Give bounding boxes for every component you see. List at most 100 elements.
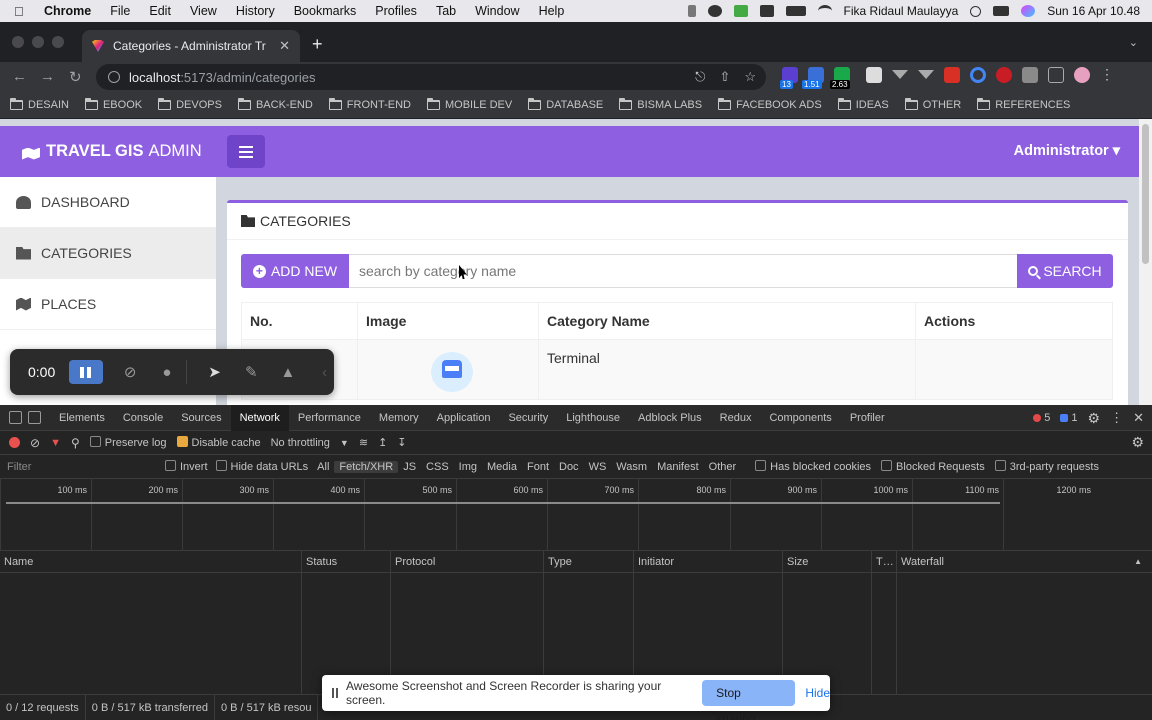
column-header-status[interactable]: Status — [302, 551, 391, 573]
menu-view[interactable]: View — [190, 4, 217, 18]
column-header-size[interactable]: Size — [783, 551, 872, 573]
disable-cache-checkbox[interactable]: Disable cache — [176, 436, 261, 449]
profile-avatar[interactable] — [1074, 66, 1090, 83]
extensions-puzzle-icon[interactable] — [1022, 66, 1038, 83]
menubar-clock[interactable]: Sun 16 Apr 10.48 — [1047, 4, 1140, 18]
menu-history[interactable]: History — [236, 4, 275, 18]
collapse-chevron-icon[interactable]: ‹ — [315, 364, 334, 381]
pen-tool-icon[interactable]: ✎ — [242, 363, 261, 381]
camera-off-icon[interactable]: ⊘ — [121, 363, 140, 381]
bookmark-folder[interactable]: EBOOK — [84, 98, 142, 111]
search-icon[interactable]: ⚲ — [71, 436, 80, 450]
bookmark-folder[interactable]: FACEBOOK ADS — [718, 98, 822, 111]
column-header-type[interactable]: Type — [544, 551, 634, 573]
filter-type-other[interactable]: Other — [704, 461, 742, 473]
blocked-requests-checkbox[interactable]: Blocked Requests — [881, 460, 985, 473]
hide-notification-link[interactable]: Hide — [805, 686, 830, 700]
inspect-element-icon[interactable] — [9, 411, 22, 424]
display-status-icon[interactable] — [759, 5, 774, 17]
vue-devtools-icon-2[interactable] — [918, 70, 934, 79]
menu-bookmarks[interactable]: Bookmarks — [294, 4, 357, 18]
tab-performance[interactable]: Performance — [289, 405, 370, 431]
column-header-initiator[interactable]: Initiator — [634, 551, 783, 573]
tab-console[interactable]: Console — [114, 405, 172, 431]
menu-edit[interactable]: Edit — [149, 4, 171, 18]
bookmark-folder[interactable]: REFERENCES — [977, 98, 1070, 111]
filter-type-css[interactable]: CSS — [421, 461, 454, 473]
tab-elements[interactable]: Elements — [50, 405, 114, 431]
tab-sources[interactable]: Sources — [172, 405, 230, 431]
browser-tab-active[interactable]: Categories - Administrator Tr ✕ — [82, 30, 300, 62]
extension-icon-3[interactable]: 2.63 — [830, 66, 850, 89]
filter-type-img[interactable]: Img — [454, 461, 482, 473]
menu-window[interactable]: Window — [475, 4, 519, 18]
filter-type-js[interactable]: JS — [398, 461, 421, 473]
wifi-icon[interactable] — [817, 5, 832, 17]
bookmark-folder[interactable]: DEVOPS — [158, 98, 222, 111]
site-info-icon[interactable] — [108, 71, 120, 83]
bookmark-folder[interactable]: MOBILE DEV — [426, 98, 512, 111]
back-arrow-icon[interactable]: ← — [12, 68, 27, 85]
tab-memory[interactable]: Memory — [370, 405, 428, 431]
settings-gear-icon[interactable]: ⚙ — [1088, 410, 1101, 427]
tab-adblock-plus[interactable]: Adblock Plus — [629, 405, 711, 431]
eraser-tool-icon[interactable]: ▲ — [279, 364, 298, 381]
chevron-down-icon[interactable]: ▼ — [340, 438, 349, 448]
bookmark-folder[interactable]: BISMA LABS — [619, 98, 702, 111]
extension-icon-red[interactable] — [944, 66, 960, 83]
new-tab-button[interactable]: + — [312, 34, 323, 55]
error-count-badge[interactable]: 5 — [1033, 412, 1050, 424]
tab-lighthouse[interactable]: Lighthouse — [557, 405, 629, 431]
tab-search-chevron-icon[interactable]: ⌄ — [1129, 36, 1138, 49]
close-tab-icon[interactable]: ✕ — [279, 38, 290, 54]
overview-range-bar[interactable] — [6, 502, 1000, 504]
tab-redux[interactable]: Redux — [711, 405, 761, 431]
bookmark-folder[interactable]: DATABASE — [528, 98, 603, 111]
sidebar-item-dashboard[interactable]: DASHBOARD — [0, 177, 216, 228]
spotlight-search-icon[interactable] — [970, 5, 982, 17]
user-dropdown[interactable]: Administrator ▾ — [1014, 143, 1120, 159]
bookmark-folder[interactable]: BACK-END — [237, 98, 313, 111]
control-center-icon[interactable] — [993, 6, 1010, 16]
sidebar-toggle-button[interactable] — [227, 135, 265, 168]
apple-icon[interactable]:  — [14, 4, 30, 19]
bookmark-folder[interactable]: OTHER — [904, 98, 961, 111]
sidebar-item-places[interactable]: PLACES — [0, 279, 216, 330]
minimize-window-button[interactable] — [32, 36, 44, 48]
export-har-icon[interactable]: ↧ — [397, 436, 406, 449]
third-party-requests-checkbox[interactable]: 3rd-party requests — [994, 460, 1099, 473]
filter-input[interactable]: Filter — [5, 457, 155, 476]
bookmark-folder[interactable]: IDEAS — [837, 98, 889, 111]
more-options-icon[interactable]: ⋮ — [1110, 410, 1123, 426]
app-brand[interactable]: TRAVEL GIS ADMIN — [22, 142, 202, 161]
filter-type-manifest[interactable]: Manifest — [652, 461, 704, 473]
extension-icon-4[interactable] — [866, 66, 882, 83]
extension-icon-ring[interactable] — [970, 66, 986, 83]
column-header-protocol[interactable]: Protocol — [391, 551, 544, 573]
close-devtools-icon[interactable]: ✕ — [1133, 410, 1144, 426]
filter-type-doc[interactable]: Doc — [554, 461, 584, 473]
scrollbar-thumb[interactable] — [1142, 124, 1149, 264]
menu-app-name[interactable]: Chrome — [44, 4, 91, 18]
hide-data-urls-checkbox[interactable]: Hide data URLs — [215, 460, 308, 473]
column-header-name[interactable]: Name — [0, 551, 302, 573]
tab-profiler[interactable]: Profiler — [841, 405, 894, 431]
filter-funnel-icon[interactable]: ▼ — [50, 437, 61, 449]
bookmark-folder[interactable]: DESAIN — [10, 98, 69, 111]
vue-devtools-icon[interactable] — [892, 70, 908, 79]
record-network-icon[interactable] — [9, 437, 20, 448]
maximize-window-button[interactable] — [52, 36, 64, 48]
browser-menu-icon[interactable]: ⋮ — [1100, 66, 1114, 83]
invert-checkbox[interactable]: Invert — [165, 460, 208, 473]
reload-icon[interactable]: ↻ — [69, 68, 82, 86]
bookmark-star-icon[interactable]: ☆ — [744, 69, 756, 85]
side-panel-icon[interactable] — [1048, 66, 1064, 83]
menu-profiles[interactable]: Profiles — [375, 4, 417, 18]
throttling-select[interactable]: No throttling — [271, 437, 330, 449]
add-new-button[interactable]: + ADD NEW — [241, 254, 349, 288]
filter-type-ws[interactable]: WS — [584, 461, 612, 473]
device-toolbar-icon[interactable] — [28, 411, 41, 424]
siri-icon[interactable] — [1021, 5, 1036, 17]
cursor-tool-icon[interactable]: ➤ — [205, 363, 224, 381]
network-settings-gear-icon[interactable]: ⚙ — [1131, 434, 1144, 451]
